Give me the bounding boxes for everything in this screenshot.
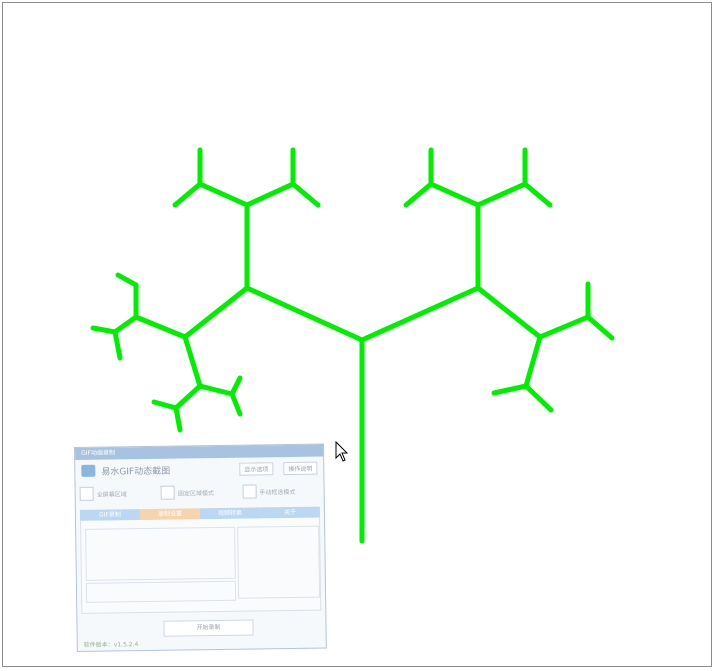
help-button[interactable]: 操作说明 bbox=[283, 461, 318, 475]
tree-branch bbox=[244, 181, 296, 208]
settings-group-bottom bbox=[85, 580, 237, 603]
tree-branch bbox=[229, 391, 243, 417]
tree-branch bbox=[173, 405, 183, 433]
app-logo-icon bbox=[81, 464, 96, 477]
tree-branch bbox=[475, 285, 543, 340]
tree-branch bbox=[244, 285, 365, 343]
recorder-footer: 开始录制 软件版本：v1.5.2.4 bbox=[83, 617, 319, 649]
tree-branch bbox=[173, 383, 203, 411]
tab-gif-record[interactable]: GIF录制 bbox=[79, 509, 141, 521]
tree-branch bbox=[523, 383, 554, 413]
tree-branch bbox=[428, 181, 481, 208]
manual-select-icon bbox=[242, 484, 257, 499]
tree-branch bbox=[182, 334, 203, 389]
tab-record-settings[interactable]: 录制设置 bbox=[139, 508, 201, 521]
mode-fullscreen-label: 全屏幕区域 bbox=[96, 490, 127, 499]
settings-panel bbox=[80, 517, 322, 614]
mode-manual[interactable]: 手动框选模式 bbox=[242, 484, 320, 499]
tree-branch bbox=[115, 272, 139, 288]
mode-manual-label: 手动框选模式 bbox=[259, 488, 296, 496]
tree-branch bbox=[475, 181, 528, 208]
settings-group-left bbox=[85, 526, 236, 581]
recorder-window[interactable]: GIF动画录制 易水GIF动态截图 显示选项 操作说明 全屏幕区域 固定区域模式… bbox=[74, 443, 327, 652]
options-button[interactable]: 显示选项 bbox=[239, 461, 274, 476]
tree-branch bbox=[537, 314, 591, 340]
tree-branch bbox=[359, 285, 481, 343]
start-record-button[interactable]: 开始录制 bbox=[163, 619, 254, 637]
tree-branch bbox=[182, 285, 250, 340]
mode-fixed[interactable]: 固定区域模式 bbox=[160, 485, 239, 500]
tab-video-convert[interactable]: 视频转换 bbox=[199, 507, 261, 520]
app-title: 易水GIF动态截图 bbox=[101, 466, 171, 478]
tree-branch bbox=[523, 334, 543, 389]
tree-branch bbox=[197, 383, 235, 397]
tree-branch bbox=[151, 399, 179, 411]
tree-branch bbox=[585, 314, 615, 341]
tree-branch bbox=[522, 181, 553, 208]
tree-branch bbox=[133, 314, 188, 340]
tree-branch bbox=[90, 325, 118, 335]
mode-fixed-label: 固定区域模式 bbox=[177, 489, 215, 498]
tree-branch bbox=[491, 383, 529, 396]
tree-branch bbox=[112, 314, 139, 335]
tree-branch bbox=[112, 329, 123, 361]
fixed-region-icon bbox=[160, 485, 176, 500]
tree-branch bbox=[197, 181, 250, 208]
tree-branch bbox=[290, 181, 321, 208]
version-text: 软件版本：v1.5.2.4 bbox=[83, 641, 139, 649]
capture-modes: 全屏幕区域 固定区域模式 手动框选模式 bbox=[75, 479, 323, 506]
mode-fullscreen[interactable]: 全屏幕区域 bbox=[79, 486, 158, 501]
settings-group-right bbox=[237, 525, 321, 599]
tree-branch bbox=[229, 375, 243, 397]
tree-branch bbox=[172, 181, 203, 208]
arrow-cursor-icon bbox=[335, 441, 349, 462]
tab-about[interactable]: 关于 bbox=[259, 506, 321, 519]
fullscreen-icon bbox=[79, 486, 94, 501]
tree-branch bbox=[403, 181, 434, 208]
